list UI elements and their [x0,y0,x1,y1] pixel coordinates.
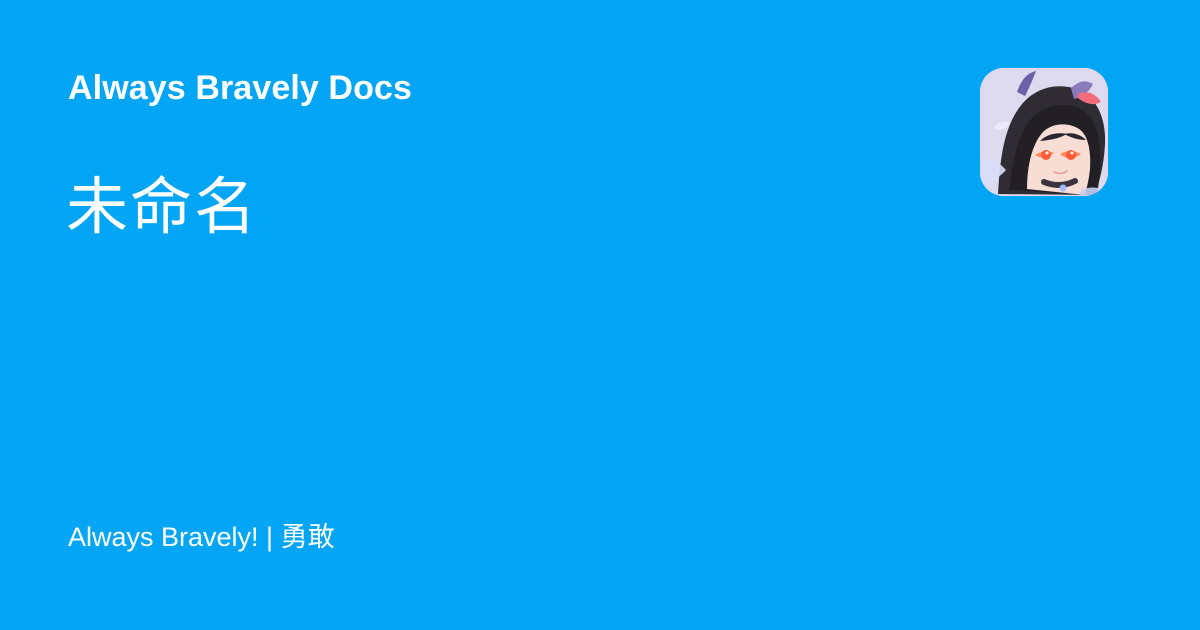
page-title: 未命名 [66,173,259,242]
site-title: Always Bravely Docs [68,69,412,107]
site-tagline: Always Bravely! | 勇敢 [68,522,335,552]
social-preview-card: Always Bravely Docs 未命名 Always Bravely! … [0,0,1200,630]
anime-avatar-icon [980,68,1108,196]
